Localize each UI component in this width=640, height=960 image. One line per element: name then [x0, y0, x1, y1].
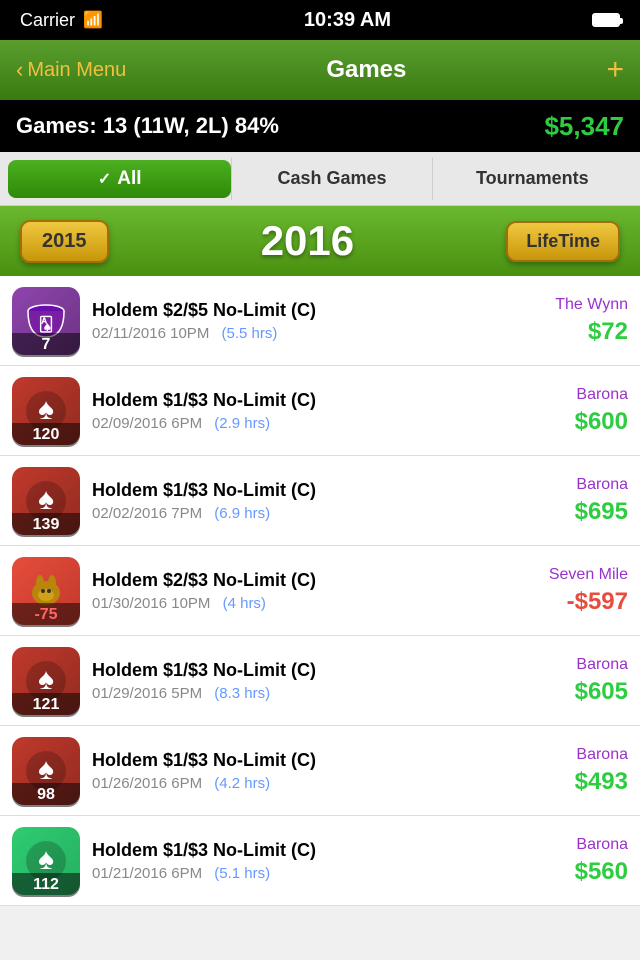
tab-all[interactable]: ✓ All [8, 160, 231, 198]
game-info-4: Holdem $1/$3 No-Limit (C) 01/29/2016 5PM… [92, 660, 518, 702]
game-meta-3: 01/30/2016 10PM (4 hrs) [92, 595, 518, 612]
game-result-5: Barona $493 [518, 746, 628, 796]
tab-tournaments-label: Tournaments [476, 168, 589, 189]
game-meta-0: 02/11/2016 10PM (5.5 hrs) [92, 325, 518, 342]
game-title-6: Holdem $1/$3 No-Limit (C) [92, 840, 518, 861]
game-icon-5: ♠ 98 [12, 737, 80, 805]
tab-cash-games[interactable]: Cash Games [231, 158, 431, 200]
game-hours-4: (8.3 hrs) [214, 685, 270, 702]
chevron-left-icon: ‹ [16, 57, 23, 83]
game-info-5: Holdem $1/$3 No-Limit (C) 01/26/2016 6PM… [92, 750, 518, 792]
tab-all-label: All [117, 168, 141, 190]
game-info-1: Holdem $1/$3 No-Limit (C) 02/09/2016 6PM… [92, 390, 518, 432]
carrier-label: Carrier [20, 10, 75, 31]
game-result-1: Barona $600 [518, 386, 628, 436]
game-icon-1: ♠ 120 [12, 377, 80, 445]
game-title-2: Holdem $1/$3 No-Limit (C) [92, 480, 518, 501]
table-row[interactable]: ♠ 112 Holdem $1/$3 No-Limit (C) 01/21/20… [0, 816, 640, 906]
nav-bar: ‹ Main Menu Games + [0, 40, 640, 100]
svg-text:♠: ♠ [38, 483, 54, 516]
game-list: 🂡 7 Holdem $2/$5 No-Limit (C) 02/11/2016… [0, 276, 640, 906]
back-label: Main Menu [27, 59, 126, 82]
game-meta-4: 01/29/2016 5PM (8.3 hrs) [92, 685, 518, 702]
game-icon-6: ♠ 112 [12, 827, 80, 895]
page-title: Games [326, 56, 406, 84]
prev-year-button[interactable]: 2015 [20, 220, 109, 263]
game-result-4: Barona $605 [518, 656, 628, 706]
game-icon-2: ♠ 139 [12, 467, 80, 535]
svg-text:♠: ♠ [38, 393, 54, 426]
game-venue-5: Barona [518, 746, 628, 764]
game-hours-1: (2.9 hrs) [214, 415, 270, 432]
game-meta-2: 02/02/2016 7PM (6.9 hrs) [92, 505, 518, 522]
game-icon-3: -75 [12, 557, 80, 625]
game-hours-6: (5.1 hrs) [214, 865, 270, 882]
back-button[interactable]: ‹ Main Menu [16, 57, 126, 83]
status-bar: Carrier 📶 10:39 AM [0, 0, 640, 40]
game-icon-4: ♠ 121 [12, 647, 80, 715]
game-amount-2: $695 [518, 498, 628, 526]
table-row[interactable]: 🂡 7 Holdem $2/$5 No-Limit (C) 02/11/2016… [0, 276, 640, 366]
game-venue-3: Seven Mile [518, 566, 628, 584]
game-title-5: Holdem $1/$3 No-Limit (C) [92, 750, 518, 771]
game-hours-3: (4 hrs) [223, 595, 266, 612]
tab-tournaments[interactable]: Tournaments [432, 158, 632, 200]
game-venue-6: Barona [518, 836, 628, 854]
game-amount-0: $72 [518, 318, 628, 346]
game-amount-4: $605 [518, 678, 628, 706]
table-row[interactable]: ♠ 121 Holdem $1/$3 No-Limit (C) 01/29/20… [0, 636, 640, 726]
status-time: 10:39 AM [304, 9, 391, 32]
game-result-0: The Wynn $72 [518, 296, 628, 346]
game-title-1: Holdem $1/$3 No-Limit (C) [92, 390, 518, 411]
table-row[interactable]: ♠ 98 Holdem $1/$3 No-Limit (C) 01/26/201… [0, 726, 640, 816]
game-venue-1: Barona [518, 386, 628, 404]
svg-text:♠: ♠ [38, 753, 54, 786]
game-hours-5: (4.2 hrs) [214, 775, 270, 792]
wifi-icon: 📶 [83, 10, 103, 30]
table-row[interactable]: ♠ 120 Holdem $1/$3 No-Limit (C) 02/09/20… [0, 366, 640, 456]
battery-icon [592, 13, 620, 27]
game-amount-5: $493 [518, 768, 628, 796]
svg-text:♠: ♠ [38, 663, 54, 696]
year-selector: 2015 2016 LifeTime [0, 206, 640, 276]
current-year: 2016 [261, 217, 354, 265]
game-result-6: Barona $560 [518, 836, 628, 886]
game-venue-4: Barona [518, 656, 628, 674]
game-venue-0: The Wynn [518, 296, 628, 314]
game-info-2: Holdem $1/$3 No-Limit (C) 02/02/2016 7PM… [92, 480, 518, 522]
game-venue-2: Barona [518, 476, 628, 494]
game-title-4: Holdem $1/$3 No-Limit (C) [92, 660, 518, 681]
game-meta-6: 01/21/2016 6PM (5.1 hrs) [92, 865, 518, 882]
svg-text:♠: ♠ [38, 843, 54, 876]
status-right [592, 13, 620, 27]
game-title-0: Holdem $2/$5 No-Limit (C) [92, 300, 518, 321]
total-money: $5,347 [544, 111, 624, 142]
svg-text:🂡: 🂡 [39, 315, 53, 333]
stats-bar: Games: 13 (11W, 2L) 84% $5,347 [0, 100, 640, 152]
table-row[interactable]: ♠ 139 Holdem $1/$3 No-Limit (C) 02/02/20… [0, 456, 640, 546]
game-icon-0: 🂡 7 [12, 287, 80, 355]
tab-cash-label: Cash Games [277, 168, 386, 189]
game-amount-6: $560 [518, 858, 628, 886]
game-amount-3: -$597 [518, 588, 628, 616]
checkmark-icon: ✓ [98, 169, 111, 189]
game-title-3: Holdem $2/$3 No-Limit (C) [92, 570, 518, 591]
filter-tabs: ✓ All Cash Games Tournaments [0, 152, 640, 206]
status-left: Carrier 📶 [20, 10, 103, 31]
game-info-3: Holdem $2/$3 No-Limit (C) 01/30/2016 10P… [92, 570, 518, 612]
game-hours-0: (5.5 hrs) [221, 325, 277, 342]
game-meta-1: 02/09/2016 6PM (2.9 hrs) [92, 415, 518, 432]
add-button[interactable]: + [606, 55, 624, 85]
game-result-3: Seven Mile -$597 [518, 566, 628, 616]
game-meta-5: 01/26/2016 6PM (4.2 hrs) [92, 775, 518, 792]
game-amount-1: $600 [518, 408, 628, 436]
lifetime-button[interactable]: LifeTime [506, 221, 620, 262]
game-info-6: Holdem $1/$3 No-Limit (C) 01/21/2016 6PM… [92, 840, 518, 882]
game-result-2: Barona $695 [518, 476, 628, 526]
game-hours-2: (6.9 hrs) [214, 505, 270, 522]
games-stats-label: Games: 13 (11W, 2L) 84% [16, 113, 279, 139]
game-info-0: Holdem $2/$5 No-Limit (C) 02/11/2016 10P… [92, 300, 518, 342]
table-row[interactable]: -75 Holdem $2/$3 No-Limit (C) 01/30/2016… [0, 546, 640, 636]
